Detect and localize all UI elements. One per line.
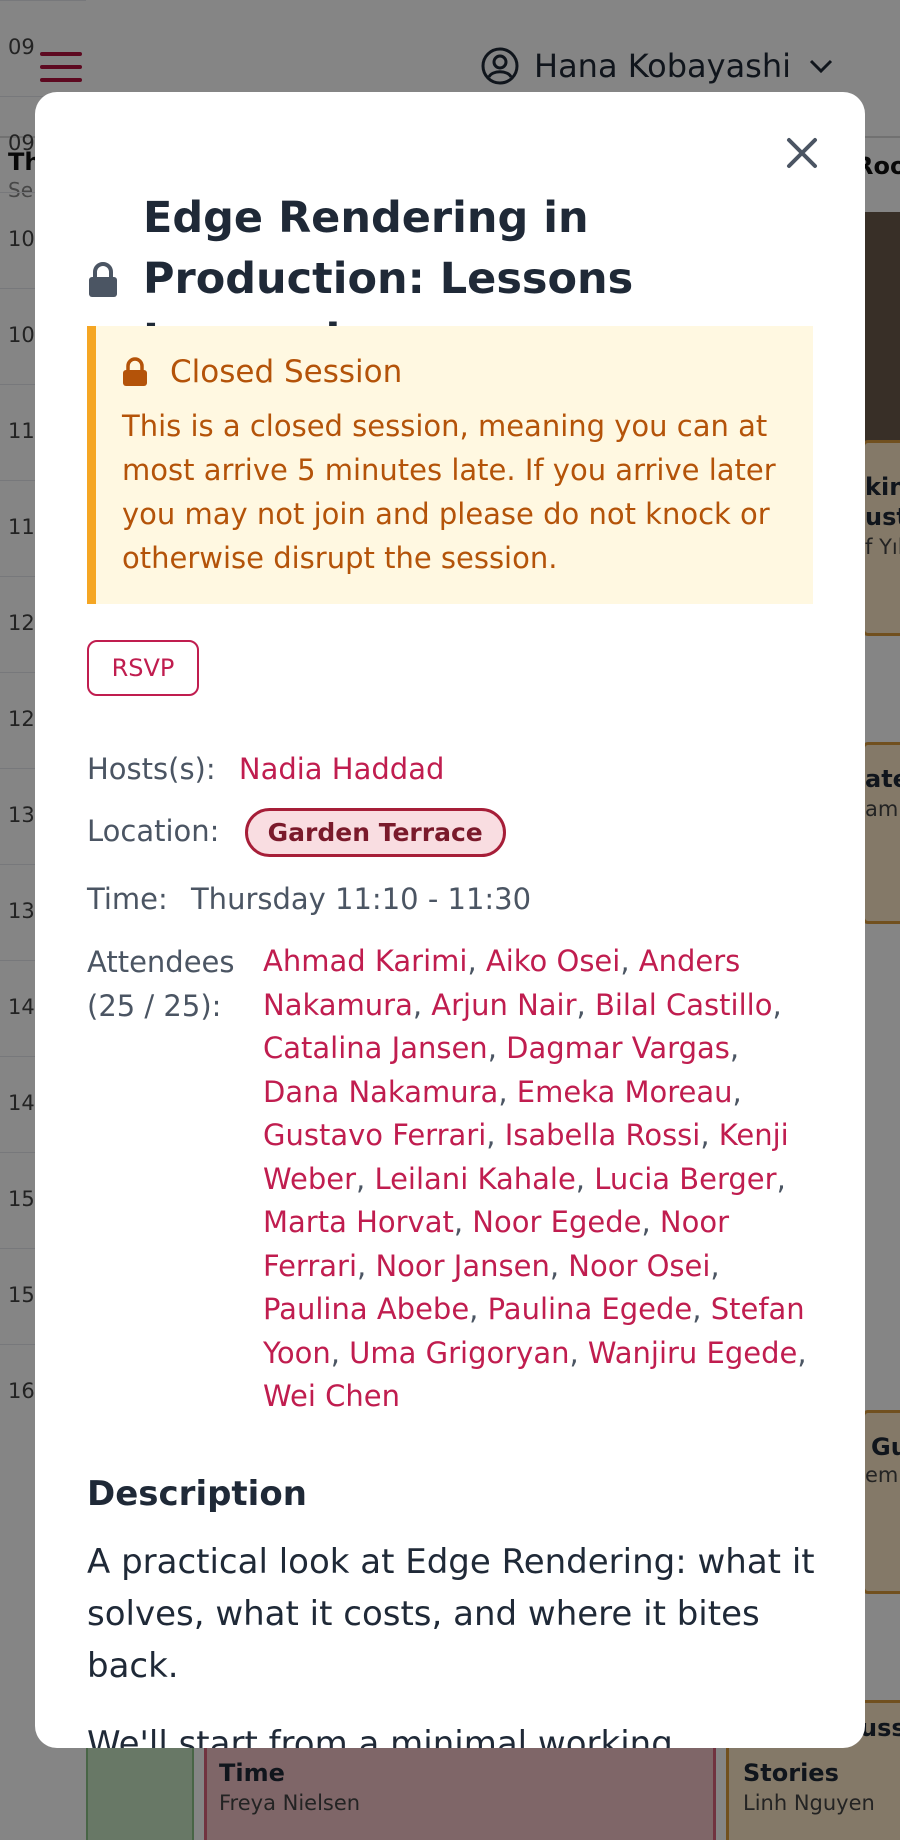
alert-body: This is a closed session, meaning you ca…	[122, 409, 776, 575]
description-paragraph: A practical look at Edge Rendering: what…	[87, 1542, 815, 1686]
lock-icon	[123, 357, 147, 386]
attendee-link[interactable]: Paulina Egede	[488, 1292, 693, 1326]
location-label: Location:	[87, 814, 220, 848]
rsvp-button[interactable]: RSVP	[87, 640, 199, 696]
closed-session-alert: Closed Session This is a closed session,…	[87, 326, 813, 604]
attendees-list: Ahmad Karimi, Aiko Osei, Anders Nakamura…	[263, 944, 807, 1413]
attendee-link[interactable]: Bilal Castillo	[595, 988, 772, 1022]
attendee-link[interactable]: Noor Jansen	[375, 1249, 549, 1283]
attendee-link[interactable]: Emeka Moreau	[517, 1075, 733, 1109]
attendee-link[interactable]: Dana Nakamura	[263, 1075, 498, 1109]
host-link[interactable]: Nadia Haddad	[239, 752, 445, 786]
attendee-link[interactable]: Dagmar Vargas	[506, 1031, 730, 1065]
time-row: Time: Thursday 11:10 - 11:30	[87, 882, 531, 916]
attendee-link[interactable]: Paulina Abebe	[263, 1292, 469, 1326]
alert-title: Closed Session	[170, 354, 403, 390]
close-button[interactable]	[777, 128, 827, 178]
location-row: Location: Garden Terrace	[87, 808, 506, 857]
attendee-link[interactable]: Uma Grigoryan	[349, 1336, 569, 1370]
attendee-link[interactable]: Isabella Rossi	[505, 1118, 701, 1152]
time-value: Thursday 11:10 - 11:30	[190, 882, 532, 916]
attendee-link[interactable]: Lucia Berger	[594, 1162, 776, 1196]
attendee-link[interactable]: Leilani Kahale	[374, 1162, 575, 1196]
attendee-link[interactable]: Noor Osei	[568, 1249, 710, 1283]
lock-icon	[89, 261, 117, 297]
time-label: Time:	[87, 882, 168, 916]
attendee-link[interactable]: Ahmad Karimi	[263, 944, 467, 978]
attendee-link[interactable]: Wanjiru Egede	[588, 1336, 797, 1370]
location-badge[interactable]: Garden Terrace	[244, 808, 506, 857]
session-modal: Edge Rendering in Production: Lessons Le…	[35, 92, 865, 1748]
attendees-label: Attendees (25 / 25):	[87, 945, 235, 1023]
description-paragraph: We'll start from a minimal working	[87, 1724, 673, 1748]
close-icon	[787, 138, 817, 168]
attendee-link[interactable]: Marta Horvat	[263, 1205, 454, 1239]
description-heading: Description	[87, 1474, 307, 1514]
attendee-link[interactable]: Wei Chen	[263, 1379, 400, 1413]
attendee-link[interactable]: Noor Egede	[472, 1205, 641, 1239]
hosts-row: Hosts(s): Nadia Haddad	[87, 752, 444, 786]
attendee-link[interactable]: Catalina Jansen	[263, 1031, 488, 1065]
attendee-link[interactable]: Arjun Nair	[431, 988, 576, 1022]
attendee-link[interactable]: Aiko Osei	[486, 944, 620, 978]
attendee-link[interactable]: Gustavo Ferrari	[263, 1118, 486, 1152]
hosts-label: Hosts(s):	[87, 752, 216, 786]
